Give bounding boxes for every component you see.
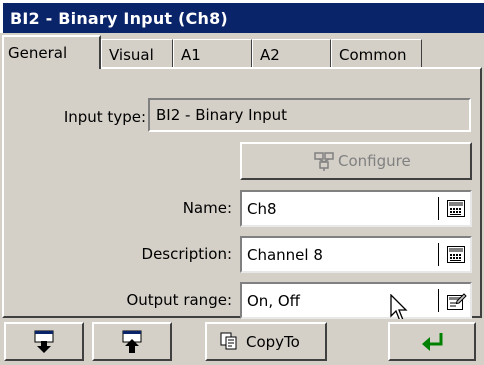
copy-icon [220, 332, 237, 350]
name-label: Name: [182, 199, 232, 217]
configure-button[interactable]: Configure [240, 142, 472, 180]
input-type-value: BI2 - Binary Input [156, 106, 288, 124]
tab-label: General [8, 44, 68, 62]
bottom-toolbar: CopyTo [0, 319, 484, 365]
title-bar: BI2 - Binary Input (Ch8) [0, 0, 484, 33]
description-value: Channel 8 [247, 246, 323, 264]
tab-strip: General Visual A1 A2 Common [0, 33, 484, 69]
input-type-label: Input type: [63, 108, 146, 126]
tab-general[interactable]: General [2, 35, 101, 69]
tab-label: Common [339, 46, 407, 64]
tab-label: Visual [109, 46, 154, 64]
keyboard-icon[interactable] [447, 246, 465, 267]
tab-a2[interactable]: A2 [252, 39, 331, 69]
save-down-icon [34, 330, 54, 353]
description-label: Description: [141, 245, 232, 263]
window-title: BI2 - Binary Input (Ch8) [10, 9, 228, 28]
field-separator [438, 289, 439, 312]
description-field[interactable]: Channel 8 [240, 236, 472, 273]
output-range-field[interactable]: On, Off [240, 282, 472, 319]
tab-label: A2 [260, 46, 280, 64]
tab-a1[interactable]: A1 [173, 39, 252, 69]
tab-label: A1 [181, 46, 201, 64]
enter-arrow-icon [422, 333, 443, 351]
output-range-label: Output range: [126, 291, 232, 309]
keyboard-icon[interactable] [447, 200, 465, 221]
name-field[interactable]: Ch8 [240, 190, 472, 227]
load-button[interactable] [92, 322, 172, 361]
configure-label: Configure [338, 152, 411, 170]
input-type-field: BI2 - Binary Input [148, 98, 471, 132]
save-button[interactable] [4, 322, 84, 361]
tab-visual[interactable]: Visual [101, 39, 173, 69]
tab-common[interactable]: Common [331, 39, 422, 69]
load-up-icon [122, 330, 142, 353]
edit-list-icon[interactable] [447, 292, 467, 314]
copyto-label: CopyTo [246, 333, 300, 351]
configure-icon [313, 150, 335, 176]
field-separator [438, 197, 439, 220]
ok-button[interactable] [388, 322, 476, 361]
name-value: Ch8 [247, 200, 277, 218]
output-range-value: On, Off [247, 292, 300, 310]
field-separator [438, 243, 439, 266]
copyto-button[interactable]: CopyTo [205, 322, 327, 361]
